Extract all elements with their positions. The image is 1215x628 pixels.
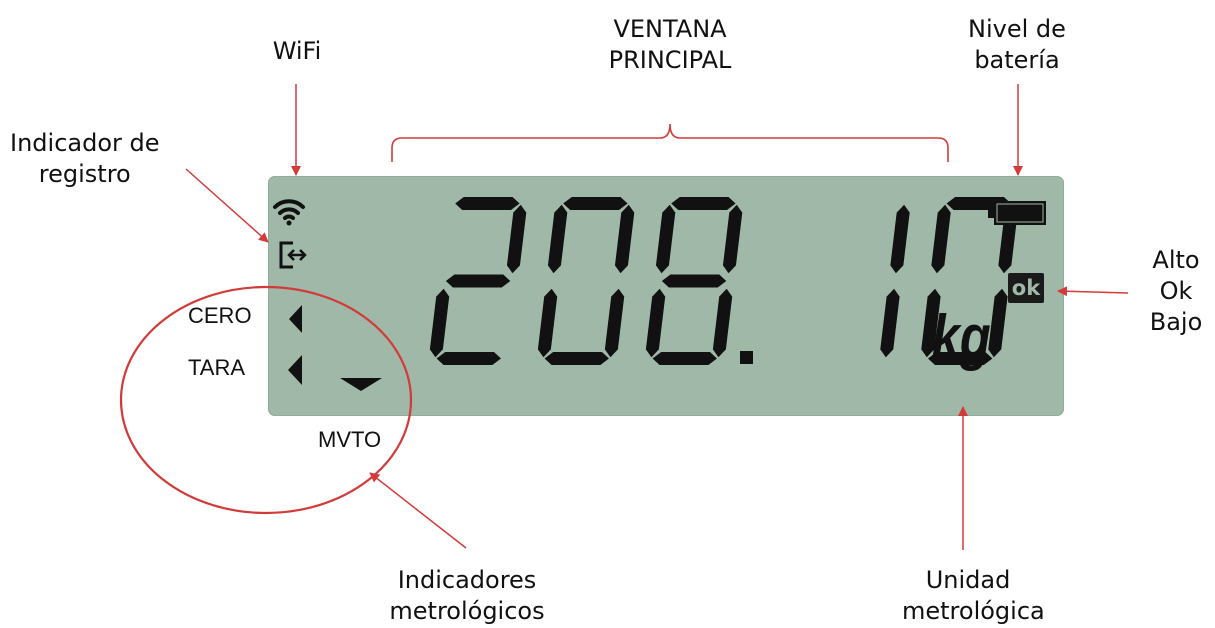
metrological-unit-line-2: metrológica xyxy=(902,597,1045,625)
digit-1-segment-f xyxy=(547,204,568,274)
digit-0-segment-d xyxy=(436,352,501,365)
main-window-line-2: PRINCIPAL xyxy=(608,46,732,74)
digit-1-segment-b xyxy=(614,204,635,274)
weight-reading xyxy=(429,197,1018,365)
metrological-unit-callout: Unidad metrológica xyxy=(902,565,1045,627)
digit-2-segment-g xyxy=(661,274,727,288)
record-line-1: Indicador de xyxy=(10,129,160,157)
motion-indicator-icon xyxy=(340,378,382,391)
digit-1-segment-d xyxy=(544,352,609,365)
record-arrow xyxy=(185,168,269,243)
wifi-callout: WiFi xyxy=(250,36,344,67)
digit-0-segment-g xyxy=(445,274,511,288)
tare-label: TARA xyxy=(188,355,246,380)
metrological-unit-line-1: Unidad xyxy=(925,566,1011,594)
limits-high: Alto xyxy=(1152,246,1200,274)
limits-low: Bajo xyxy=(1149,308,1203,336)
main-window-bracket xyxy=(391,123,949,162)
zero-label: CERO xyxy=(188,303,252,328)
digit-2-segment-e xyxy=(645,288,666,358)
metrological-indicators-line-2: metrológicos xyxy=(389,597,545,625)
digit-3-segment-b xyxy=(890,204,910,274)
battery-callout: Nivel de batería xyxy=(952,14,1082,76)
tare-indicator-icon xyxy=(288,355,302,385)
digit-4-segment-c xyxy=(988,288,1008,358)
digit-2-segment-b xyxy=(722,204,743,274)
zero-indicator-icon xyxy=(289,305,302,333)
ok-badge: ok xyxy=(1008,273,1044,303)
digit-4-segment-f xyxy=(931,204,951,274)
digit-0-segment-e xyxy=(429,288,450,358)
main-window-line-1: VENTANA xyxy=(613,15,727,43)
diagram-svg: kg xyxy=(119,84,1129,550)
digit-1-segment-c xyxy=(604,288,625,358)
motion-label: MVTO xyxy=(318,427,382,452)
wifi-icon xyxy=(273,199,305,226)
digit-3-segment-c xyxy=(880,288,900,358)
record-callout: Indicador de registro xyxy=(10,128,160,190)
record-line-2: registro xyxy=(38,160,131,188)
unit-label: kg xyxy=(932,303,991,372)
wifi-callout-text: WiFi xyxy=(272,37,322,65)
decimal-point xyxy=(740,351,753,364)
digit-1-segment-e xyxy=(537,288,558,358)
metrological-indicators-circle xyxy=(119,285,413,515)
battery-icon xyxy=(988,201,1046,225)
digit-2-segment-c xyxy=(712,288,733,358)
limits-ok: Ok xyxy=(1159,277,1193,305)
digit-2-segment-a xyxy=(671,197,736,210)
digit-2-segment-d xyxy=(652,352,717,365)
record-indicator-icon xyxy=(279,241,307,269)
battery-line-2: batería xyxy=(974,46,1060,74)
battery-line-1: Nivel de xyxy=(968,15,1066,43)
metrological-indicators-line-1: Indicadores xyxy=(397,566,537,594)
limits-callout: Alto Ok Bajo xyxy=(1140,245,1212,338)
limits-arrow xyxy=(1057,286,1129,297)
metrological-indicators-callout: Indicadores metrológicos xyxy=(384,565,550,627)
digit-2-segment-f xyxy=(655,204,676,274)
digit-0-segment-a xyxy=(455,197,520,210)
digit-1-segment-a xyxy=(563,197,628,210)
metrological-indicators-arrow xyxy=(369,472,467,549)
digit-0-segment-b xyxy=(506,204,527,274)
main-window-callout: VENTANA PRINCIPAL xyxy=(570,14,770,76)
